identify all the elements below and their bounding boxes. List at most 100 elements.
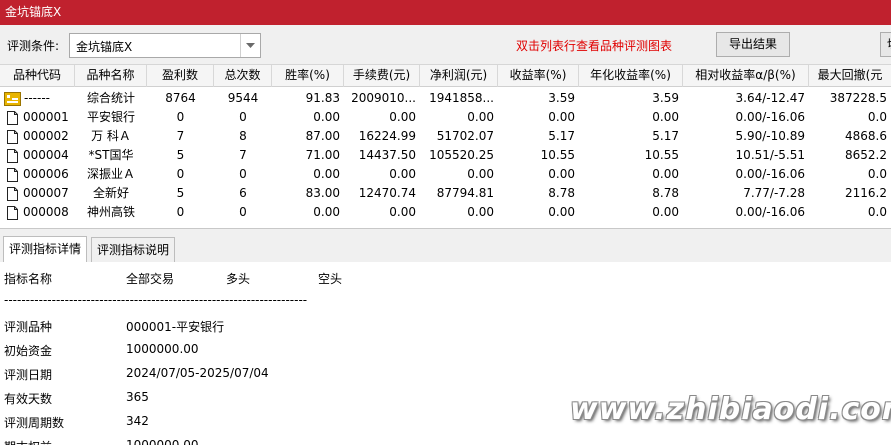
col-header-code[interactable]: 品种代码: [0, 65, 75, 87]
table-row[interactable]: 000008 神州高铁 0 0 0.00 0.00 0.00 0.00 0.00 0.00/-16…: [0, 203, 891, 222]
col-header-relative-return[interactable]: 相对收益率α/β(%): [683, 65, 809, 87]
cell-profit: 0.00: [467, 167, 494, 181]
cell-fee: 0.00: [389, 167, 416, 181]
detail-label: 评测品种: [4, 320, 53, 334]
cell-annual: 3.59: [652, 91, 679, 105]
table-row[interactable]: ------ 综合统计 8764 9544 91.83 2009010... 1941858…: [0, 89, 891, 108]
results-table: 品种代码 品种名称 盈利数 总次数 胜率(%) 手续费(元) 净利润(元) 收益…: [0, 65, 891, 228]
cell-code: 000004: [0, 146, 75, 165]
criteria-select[interactable]: 金坑锚底X: [69, 33, 261, 58]
cell-wins: 0: [176, 110, 185, 124]
tab-indicator-notes[interactable]: 评测指标说明: [91, 237, 176, 263]
cell-drawdown: 0.0: [867, 110, 887, 124]
cell-code: 000008: [0, 203, 75, 222]
cell-code: ------: [0, 89, 75, 108]
table-row[interactable]: 000002 万 科Ａ 7 8 87.00 16224.99 51702.07 5.17 5.1…: [0, 127, 891, 146]
document-icon: [6, 186, 19, 201]
cell-profit: 0.00: [467, 205, 494, 219]
cell-name: 全新好: [92, 186, 129, 200]
cell-name: 深振业Ａ: [86, 167, 135, 181]
export-button[interactable]: 导出结果: [716, 32, 790, 57]
col-header-fee[interactable]: 手续费(元): [344, 65, 420, 87]
col-header-return[interactable]: 收益率(%): [498, 65, 579, 87]
cell-annual: 0.00: [652, 205, 679, 219]
cell-total: 0: [239, 167, 247, 181]
col-header-wins[interactable]: 盈利数: [147, 65, 214, 87]
detail-value: 2024/07/05-2025/07/04: [126, 366, 269, 380]
col-header-winrate[interactable]: 胜率(%): [272, 65, 344, 87]
cell-wins: 0: [176, 205, 185, 219]
cell-relative: 10.51/-5.51: [735, 148, 805, 162]
table-row[interactable]: 000001 平安银行 0 0 0.00 0.00 0.00 0.00 0.00 0.00/-16…: [0, 108, 891, 127]
code-text: 000002: [23, 129, 69, 143]
detail-label: 评测日期: [4, 368, 53, 382]
cell-total: 8: [239, 129, 247, 143]
code-text: 000004: [23, 148, 69, 162]
cell-winrate: 91.83: [305, 91, 340, 105]
summary-icon: [4, 91, 21, 106]
cell-profit: 1941858...: [429, 91, 494, 105]
cell-total: 7: [239, 148, 247, 162]
cell-code: 000002: [0, 127, 75, 146]
cell-drawdown: 387228.5: [829, 91, 887, 105]
cell-relative: 7.77/-7.28: [743, 186, 805, 200]
watermark: www.zhibiaodi.com: [570, 392, 891, 427]
table-row[interactable]: 000006 深振业Ａ 0 0 0.00 0.00 0.00 0.00 0.00 0.00/-16…: [0, 165, 891, 184]
cell-relative: 0.00/-16.06: [735, 167, 805, 181]
col-header-profit[interactable]: 净利润(元): [420, 65, 498, 87]
cut-button[interactable]: 切: [880, 32, 891, 57]
detail-header-name: 指标名称: [4, 272, 53, 286]
table-row[interactable]: 000007 全新好 5 6 83.00 12470.74 87794.81 8.78 8.78…: [0, 184, 891, 203]
detail-label: 评测周期数: [4, 416, 65, 430]
col-header-total[interactable]: 总次数: [214, 65, 272, 87]
tab-indicator-details[interactable]: 评测指标详情: [3, 236, 88, 263]
cell-profit: 105520.25: [429, 148, 494, 162]
detail-header-long: 多头: [226, 272, 251, 286]
cell-name: 平安银行: [86, 110, 135, 124]
cell-code: 000007: [0, 184, 75, 203]
cell-wins: 7: [176, 129, 185, 143]
detail-value: 342: [126, 414, 149, 428]
detail-label: 初始资金: [4, 344, 53, 358]
cell-relative: 5.90/-10.89: [735, 129, 805, 143]
cell-wins: 5: [176, 148, 185, 162]
col-header-name[interactable]: 品种名称: [75, 65, 147, 87]
cell-winrate: 0.00: [313, 205, 340, 219]
col-header-annual-return[interactable]: 年化收益率(%): [579, 65, 683, 87]
cell-profit: 51702.07: [436, 129, 494, 143]
col-header-drawdown[interactable]: 最大回撤(元: [809, 65, 891, 87]
cell-drawdown: 8652.2: [845, 148, 887, 162]
document-icon: [6, 167, 19, 182]
cell-total: 6: [239, 186, 247, 200]
detail-value: 365: [126, 390, 149, 404]
cell-fee: 16224.99: [358, 129, 416, 143]
code-text: ------: [24, 91, 50, 105]
cell-profit: 87794.81: [436, 186, 494, 200]
table-row[interactable]: 000004 *ST国华 5 7 71.00 14437.50 105520.25 10.55…: [0, 146, 891, 165]
cell-code: 000006: [0, 165, 75, 184]
cell-ret: 3.59: [548, 91, 575, 105]
cell-winrate: 0.00: [313, 167, 340, 181]
cell-drawdown: 0.0: [867, 167, 887, 181]
cell-annual: 5.17: [652, 129, 679, 143]
cell-fee: 12470.74: [358, 186, 416, 200]
cell-ret: 0.00: [548, 167, 575, 181]
cell-total: 9544: [227, 91, 259, 105]
cell-wins: 5: [176, 186, 185, 200]
detail-value: 1000000.00: [126, 438, 199, 445]
criteria-label: 评测条件:: [7, 39, 60, 53]
hint-text: 双击列表行查看品种评测图表: [516, 39, 673, 53]
table-header: 品种代码 品种名称 盈利数 总次数 胜率(%) 手续费(元) 净利润(元) 收益…: [0, 65, 891, 87]
cell-relative: 0.00/-16.06: [735, 205, 805, 219]
cell-ret: 0.00: [548, 205, 575, 219]
cell-name: 万 科Ａ: [91, 129, 131, 143]
cell-drawdown: 2116.2: [845, 186, 887, 200]
cell-profit: 0.00: [467, 110, 494, 124]
chevron-down-icon[interactable]: [240, 34, 260, 57]
cell-name: *ST国华: [88, 148, 134, 162]
cell-winrate: 83.00: [305, 186, 340, 200]
window-title: 金坑锚底X: [0, 0, 891, 25]
criteria-select-value: 金坑锚底X: [76, 40, 133, 54]
cell-wins: 0: [176, 167, 185, 181]
detail-header-short: 空头: [318, 272, 343, 286]
